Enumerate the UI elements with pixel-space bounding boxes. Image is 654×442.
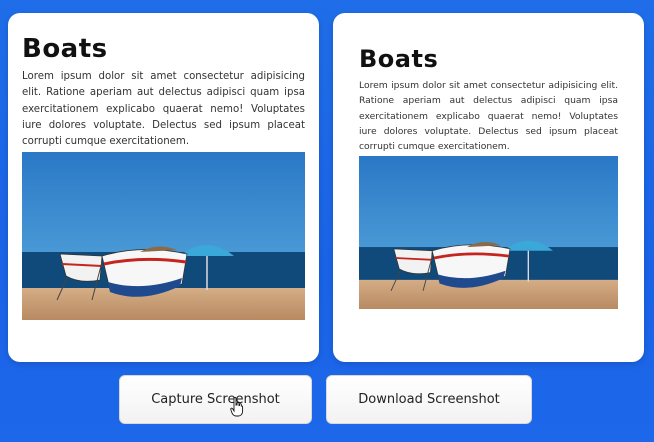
- boats-photo: [359, 156, 618, 310]
- card-left: Boats Lorem ipsum dolor sit amet consect…: [8, 13, 319, 362]
- hand-pointer-icon: [230, 397, 244, 417]
- boats-photo: [22, 152, 305, 321]
- download-screenshot-button[interactable]: Download Screenshot: [326, 375, 532, 424]
- capture-screenshot-button[interactable]: Capture Screenshot: [119, 375, 312, 424]
- card-title: Boats: [359, 45, 439, 73]
- card-text: Lorem ipsum dolor sit amet consectetur a…: [22, 71, 305, 148]
- capture-screenshot-label: Capture Screenshot: [151, 392, 280, 407]
- card-title: Boats: [22, 34, 108, 64]
- card-right: Boats Lorem ipsum dolor sit amet consect…: [333, 13, 644, 362]
- card-text: Lorem ipsum dolor sit amet consectetur a…: [359, 80, 618, 153]
- download-screenshot-label: Download Screenshot: [358, 392, 500, 407]
